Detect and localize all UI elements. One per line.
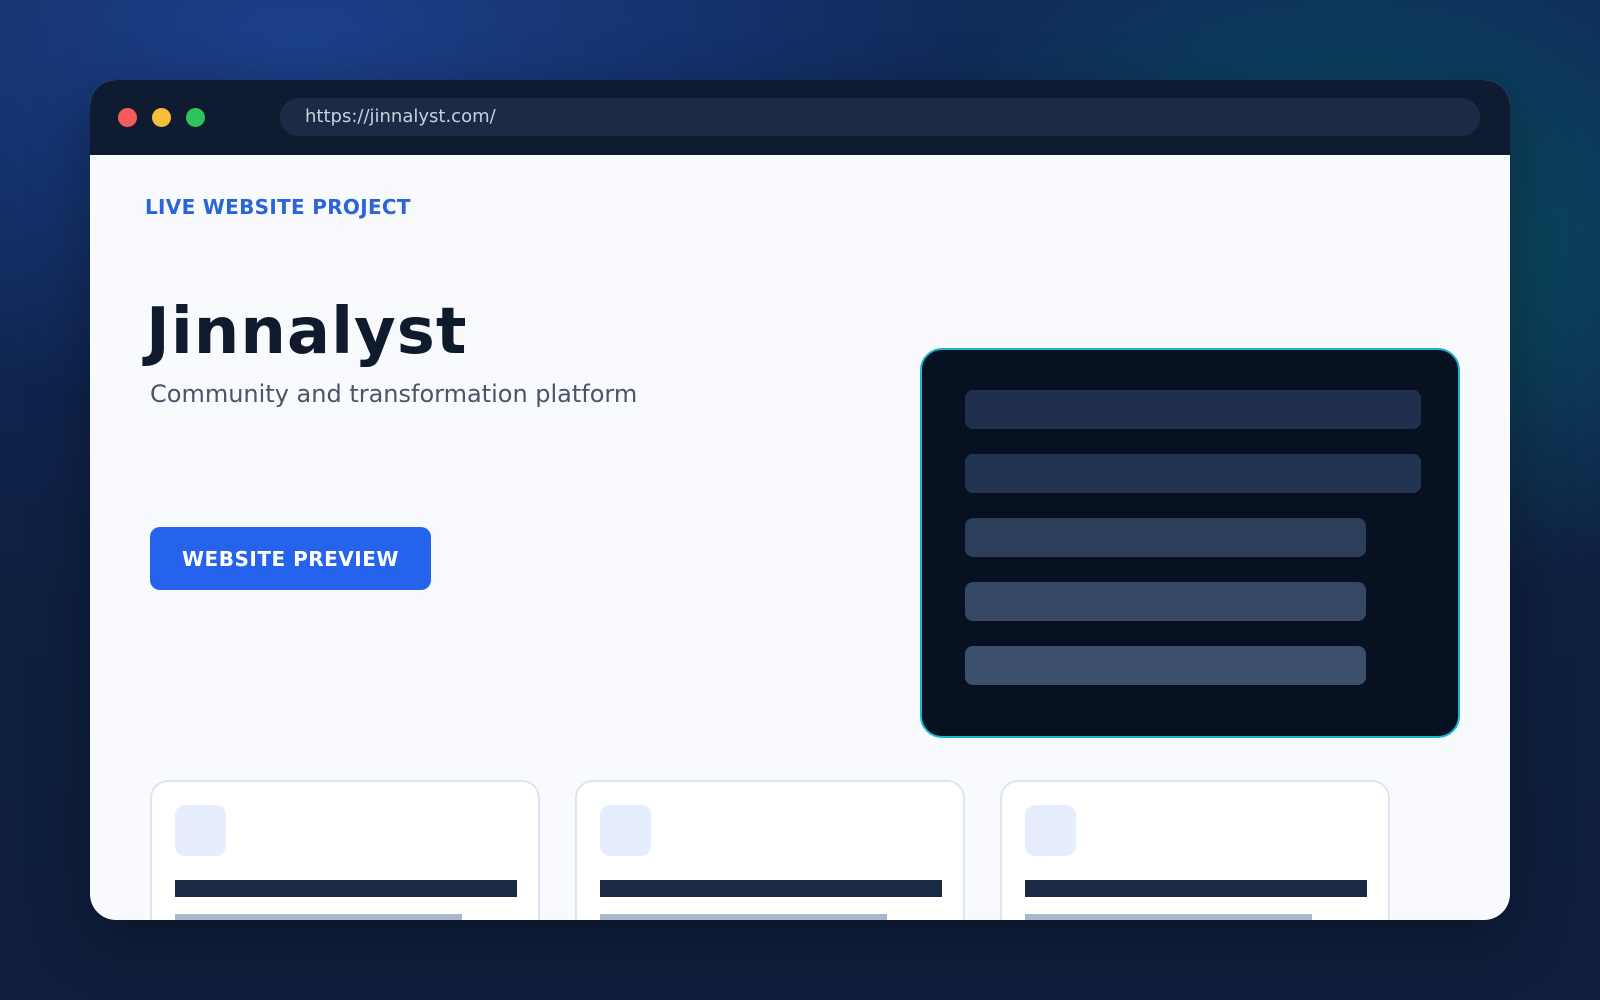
card-heading-placeholder — [600, 880, 942, 897]
maximize-window-dot[interactable] — [186, 108, 205, 127]
feature-card — [150, 780, 540, 920]
feature-card — [1000, 780, 1390, 920]
dashboard-mockup — [920, 348, 1460, 738]
card-text-placeholder — [175, 914, 462, 920]
mockup-placeholder-bar — [965, 454, 1421, 493]
feature-card — [575, 780, 965, 920]
card-heading-placeholder — [175, 880, 517, 897]
card-icon-placeholder — [175, 805, 226, 856]
address-bar[interactable]: https://jinnalyst.com/ — [280, 98, 1480, 136]
browser-titlebar: https://jinnalyst.com/ — [90, 80, 1510, 155]
mockup-placeholder-bar — [965, 518, 1366, 557]
page-subtitle: Community and transformation platform — [150, 380, 638, 408]
mockup-placeholder-bar — [965, 646, 1366, 685]
page-title: Jinnalyst — [146, 295, 468, 369]
card-text-placeholder — [1025, 914, 1312, 920]
close-window-dot[interactable] — [118, 108, 137, 127]
project-eyebrow: LIVE WEBSITE PROJECT — [145, 195, 411, 219]
card-text-placeholder — [600, 914, 887, 920]
mockup-placeholder-bar — [965, 582, 1366, 621]
minimize-window-dot[interactable] — [152, 108, 171, 127]
card-icon-placeholder — [1025, 805, 1076, 856]
mockup-placeholder-bar — [965, 390, 1421, 429]
page-background: { "browser": { "url": "https://jinnalyst… — [0, 0, 1600, 1000]
website-content: LIVE WEBSITE PROJECT Jinnalyst Community… — [90, 155, 1510, 920]
card-icon-placeholder — [600, 805, 651, 856]
card-heading-placeholder — [1025, 880, 1367, 897]
browser-window: https://jinnalyst.com/ LIVE WEBSITE PROJ… — [90, 80, 1510, 920]
website-preview-button[interactable]: WEBSITE PREVIEW — [150, 527, 431, 590]
